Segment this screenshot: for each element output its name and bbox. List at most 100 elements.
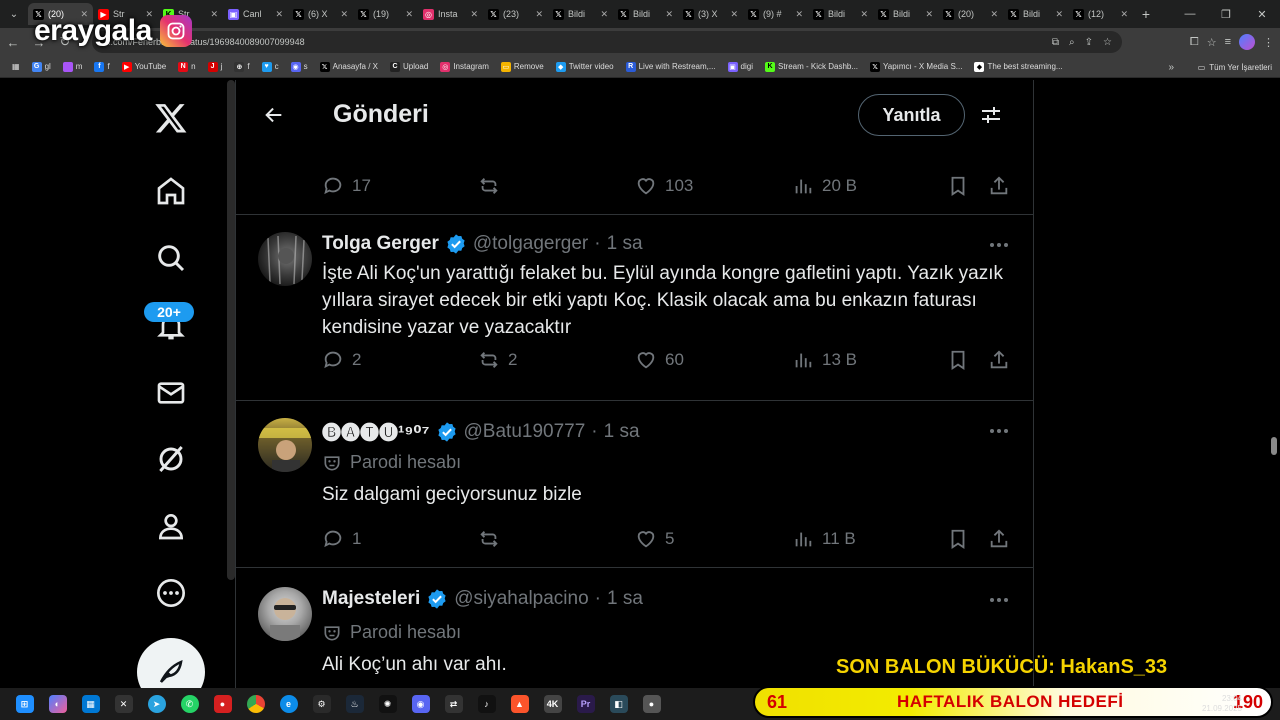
bookmark-item[interactable]: Ggl: [26, 61, 57, 72]
bookmark-item[interactable]: Nn: [172, 61, 201, 72]
scrollbar-thumb[interactable]: [1271, 437, 1277, 455]
taskbar-app[interactable]: [239, 688, 272, 720]
bookmark-item[interactable]: ◆ The best streaming...: [968, 61, 1068, 72]
profile-avatar[interactable]: [1239, 34, 1255, 50]
nav-profile[interactable]: [135, 498, 207, 554]
browser-tab[interactable]: 𝕏 Bildi ✕: [613, 3, 678, 25]
media-control-icon[interactable]: ≡: [1225, 36, 1231, 48]
taskbar-app[interactable]: ●: [635, 688, 668, 720]
taskbar-app[interactable]: ✺: [371, 688, 404, 720]
close-tab-icon[interactable]: ✕: [795, 9, 803, 20]
reply-tweet[interactable]: Tolga Gerger @tolgagerger · 1 sa İşte Al…: [236, 215, 1033, 400]
start-button[interactable]: ⊞: [8, 688, 41, 720]
author-handle[interactable]: @Batu190777: [464, 421, 586, 443]
like-action[interactable]: 5: [635, 524, 674, 554]
taskbar-app[interactable]: ➤: [140, 688, 173, 720]
avatar[interactable]: [258, 587, 312, 641]
bookmark-item[interactable]: m: [57, 61, 89, 72]
taskbar-app[interactable]: ▦: [74, 688, 107, 720]
repost-action[interactable]: [478, 171, 508, 201]
close-tab-icon[interactable]: ✕: [665, 9, 673, 20]
tab-search-icon[interactable]: ⌄: [0, 0, 28, 28]
reply-action[interactable]: 17: [322, 171, 371, 201]
close-tab-icon[interactable]: ✕: [405, 9, 413, 20]
bookmark-item[interactable]: ff: [88, 61, 115, 72]
browser-tab[interactable]: ◎ Insta ✕: [418, 3, 483, 25]
close-tab-icon[interactable]: ✕: [535, 9, 543, 20]
views-action[interactable]: 20 B: [792, 171, 857, 201]
bookmark-action[interactable]: [947, 345, 969, 375]
filter-button[interactable]: [974, 97, 1008, 133]
browser-tab[interactable]: 𝕏 (3) X ✕: [678, 3, 743, 25]
browser-menu-icon[interactable]: ⋮: [1263, 36, 1274, 49]
browser-tab[interactable]: 𝕏 (20) ✕: [938, 3, 1003, 25]
share-icon[interactable]: ⇪: [1085, 37, 1093, 48]
bookmark-star-icon[interactable]: ☆: [1103, 37, 1112, 48]
browser-tab[interactable]: 𝕏 (6) X ✕: [288, 3, 353, 25]
taskbar-app[interactable]: ✕: [107, 688, 140, 720]
close-tab-icon[interactable]: ✕: [925, 9, 933, 20]
close-tab-icon[interactable]: ✕: [860, 9, 868, 20]
taskbar-app[interactable]: ●: [206, 688, 239, 720]
bookmark-item[interactable]: ◉ s: [285, 61, 314, 72]
browser-tab[interactable]: 𝕏 (23) ✕: [483, 3, 548, 25]
install-app-icon[interactable]: ⧉: [1052, 37, 1059, 48]
timestamp[interactable]: 1 sa: [604, 421, 640, 443]
bookmark-action[interactable]: [947, 524, 969, 554]
x-logo-link[interactable]: [135, 90, 207, 146]
taskbar-app[interactable]: ⇄: [437, 688, 470, 720]
bookmark-item[interactable]: K Stream - Kick Dashb...: [759, 61, 864, 72]
restore-icon[interactable]: ❐: [1208, 0, 1244, 28]
taskbar-app[interactable]: ✆: [173, 688, 206, 720]
avatar[interactable]: [258, 232, 312, 286]
reply-button[interactable]: Yanıtla: [858, 94, 965, 136]
bookmark-action[interactable]: [947, 171, 969, 201]
compose-post-button[interactable]: [137, 638, 205, 688]
bookmark-item[interactable]: R Live with Restream,...: [620, 61, 722, 72]
taskbar-app[interactable]: ◐: [41, 688, 74, 720]
taskbar-app[interactable]: Pr: [569, 688, 602, 720]
minimize-icon[interactable]: —: [1172, 0, 1208, 28]
bookmark-item[interactable]: 𝕏 Yapımcı - X Media S...: [864, 61, 968, 72]
nav-more[interactable]: [135, 565, 207, 621]
taskbar-app[interactable]: 4K: [536, 688, 569, 720]
close-tab-icon[interactable]: ✕: [340, 9, 348, 20]
bookmark-item[interactable]: ♥ c: [256, 61, 285, 72]
close-tab-icon[interactable]: ✕: [1055, 9, 1063, 20]
bookmark-item[interactable]: C Upload: [384, 61, 434, 72]
author-handle[interactable]: @siyahalpacino: [454, 588, 588, 610]
nav-explore[interactable]: [135, 230, 207, 286]
nav-grok[interactable]: [135, 431, 207, 487]
close-tab-icon[interactable]: ✕: [730, 9, 738, 20]
zoom-icon[interactable]: ⌕: [1069, 37, 1075, 48]
taskbar-app[interactable]: ♪: [470, 688, 503, 720]
like-action[interactable]: 60: [635, 345, 684, 375]
views-action[interactable]: 13 B: [792, 345, 857, 375]
all-bookmarks-folder[interactable]: ▭ Tüm Yer İşaretleri: [1198, 56, 1272, 78]
taskbar-app[interactable]: ♨: [338, 688, 371, 720]
extensions-icon[interactable]: ⧠: [1190, 36, 1199, 49]
bookmark-item[interactable]: ▭ Remove: [495, 61, 550, 72]
taskbar-app[interactable]: ⚙: [305, 688, 338, 720]
browser-tab[interactable]: ▣ Canl ✕: [223, 3, 288, 25]
browser-tab[interactable]: 𝕏 Bildi ✕: [808, 3, 873, 25]
more-options-icon[interactable]: [987, 421, 1011, 441]
bookmark-item[interactable]: 𝕏 Anasayfa / X: [314, 61, 384, 72]
author-handle[interactable]: @tolgagerger: [473, 233, 588, 255]
avatar[interactable]: [258, 418, 312, 472]
timestamp[interactable]: 1 sa: [607, 588, 643, 610]
reply-action[interactable]: 2: [322, 345, 361, 375]
bookmark-item[interactable]: ◆ Twitter video: [550, 61, 620, 72]
author-name[interactable]: 🅑🅐🅣🅤¹⁹⁰⁷: [322, 418, 430, 445]
repost-action[interactable]: 2: [478, 345, 517, 375]
browser-tab[interactable]: 𝕏 (9) # ✕: [743, 3, 808, 25]
taskbar-clock[interactable]: 23:04 21.09.2025: [1202, 694, 1242, 714]
bookmark-item[interactable]: ⊕ f: [228, 61, 255, 72]
close-tab-icon[interactable]: ✕: [600, 9, 608, 20]
browser-tab[interactable]: 𝕏 (12) ✕: [1068, 3, 1133, 25]
share-action[interactable]: [988, 171, 1010, 201]
close-tab-icon[interactable]: ✕: [275, 9, 283, 20]
share-action[interactable]: [988, 524, 1010, 554]
new-tab-button[interactable]: +: [1133, 6, 1159, 22]
browser-tab[interactable]: 𝕏 (19) ✕: [353, 3, 418, 25]
